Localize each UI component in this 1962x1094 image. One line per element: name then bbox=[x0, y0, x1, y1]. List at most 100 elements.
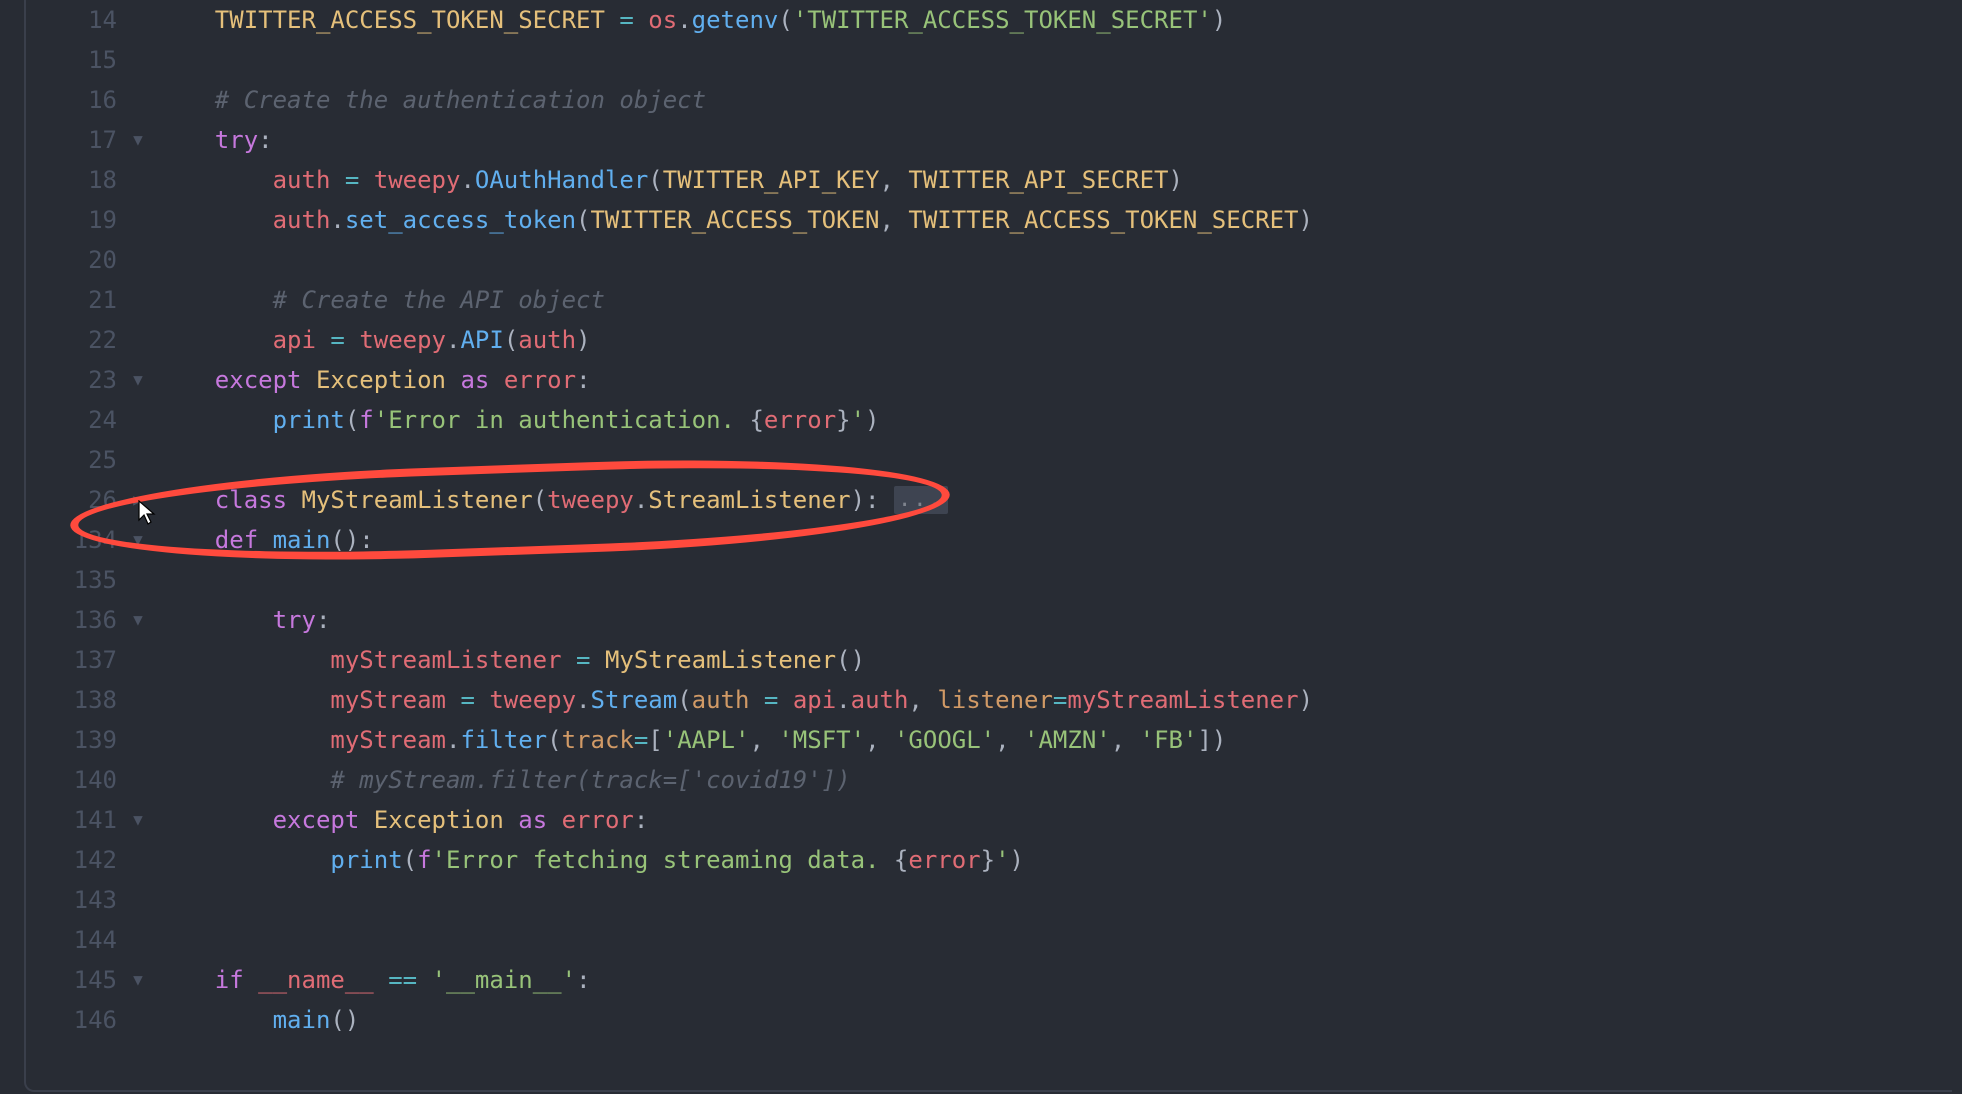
fold-expanded-icon[interactable] bbox=[125, 960, 151, 1000]
code-token: print bbox=[330, 846, 402, 874]
code-line[interactable]: print(f'Error in authentication. {error}… bbox=[157, 400, 1962, 440]
fold-expanded-icon[interactable] bbox=[125, 600, 151, 640]
code-token bbox=[489, 366, 503, 394]
code-token: ) bbox=[1010, 846, 1024, 874]
fold-expanded-icon[interactable] bbox=[125, 800, 151, 840]
code-token: OAuthHandler bbox=[475, 166, 648, 194]
code-line[interactable]: auth.set_access_token(TWITTER_ACCESS_TOK… bbox=[157, 200, 1962, 240]
code-line[interactable]: # Create the authentication object bbox=[157, 80, 1962, 120]
code-token: auth bbox=[692, 686, 750, 714]
code-line[interactable] bbox=[157, 560, 1962, 600]
code-token: = bbox=[1053, 686, 1067, 714]
code-token: . bbox=[677, 6, 691, 34]
code-token: auth bbox=[518, 326, 576, 354]
code-editor[interactable]: 1415161718192021222324252613413513613713… bbox=[0, 0, 1962, 1094]
code-token: , bbox=[1111, 726, 1140, 754]
code-token: ( bbox=[547, 726, 561, 754]
line-number: 140 bbox=[0, 760, 117, 800]
code-token: auth bbox=[273, 166, 331, 194]
code-area[interactable]: TWITTER_ACCESS_TOKEN_SECRET = os.getenv(… bbox=[151, 0, 1962, 1094]
code-token: ) bbox=[1299, 686, 1313, 714]
code-token: TWITTER_ACCESS_TOKEN_SECRET bbox=[908, 206, 1298, 234]
line-number: 24 bbox=[0, 400, 117, 440]
code-token: api bbox=[793, 686, 836, 714]
code-line[interactable]: except Exception as error: bbox=[157, 360, 1962, 400]
code-token: , bbox=[880, 166, 909, 194]
code-token bbox=[446, 366, 460, 394]
code-token bbox=[359, 806, 373, 834]
code-token bbox=[345, 326, 359, 354]
code-token: { bbox=[894, 846, 908, 874]
code-token: listener bbox=[937, 686, 1053, 714]
line-number: 137 bbox=[0, 640, 117, 680]
code-line[interactable]: except Exception as error: bbox=[157, 800, 1962, 840]
code-token: f bbox=[417, 846, 431, 874]
code-line[interactable]: print(f'Error fetching streaming data. {… bbox=[157, 840, 1962, 880]
code-line[interactable]: # Create the API object bbox=[157, 280, 1962, 320]
code-token bbox=[287, 486, 301, 514]
code-token: ) bbox=[1212, 6, 1226, 34]
code-token: ): bbox=[851, 486, 880, 514]
code-line[interactable]: myStream.filter(track=['AAPL', 'MSFT', '… bbox=[157, 720, 1962, 760]
code-line[interactable]: try: bbox=[157, 600, 1962, 640]
line-number: 17 bbox=[0, 120, 117, 160]
code-token: Stream bbox=[591, 686, 678, 714]
code-line[interactable] bbox=[157, 240, 1962, 280]
code-token bbox=[157, 286, 273, 314]
code-token bbox=[157, 846, 330, 874]
code-token: tweepy bbox=[359, 326, 446, 354]
code-token bbox=[157, 206, 273, 234]
code-token: 'AAPL' bbox=[663, 726, 750, 754]
code-line[interactable]: def main(): bbox=[157, 520, 1962, 560]
code-line[interactable]: TWITTER_ACCESS_TOKEN_SECRET = os.getenv(… bbox=[157, 0, 1962, 40]
code-line[interactable] bbox=[157, 880, 1962, 920]
code-token: main bbox=[273, 1006, 331, 1034]
code-token: TWITTER_ACCESS_TOKEN bbox=[590, 206, 879, 234]
code-token: , bbox=[908, 686, 937, 714]
code-line[interactable]: if __name__ == '__main__': bbox=[157, 960, 1962, 1000]
code-token: ( bbox=[533, 486, 547, 514]
fold-expanded-icon[interactable] bbox=[125, 520, 151, 560]
code-token: getenv bbox=[692, 6, 779, 34]
code-line[interactable]: # myStream.filter(track=['covid19']) bbox=[157, 760, 1962, 800]
code-token: myStreamListener bbox=[1067, 686, 1298, 714]
code-token: ) bbox=[1169, 166, 1183, 194]
code-token: = bbox=[330, 326, 344, 354]
code-token: = bbox=[345, 166, 359, 194]
fold-ellipsis[interactable]: ... bbox=[894, 486, 948, 514]
fold-expanded-icon[interactable] bbox=[125, 360, 151, 400]
code-token: __name__ bbox=[258, 966, 374, 994]
code-token: tweepy bbox=[374, 166, 461, 194]
code-token: . bbox=[446, 326, 460, 354]
fold-collapsed-icon[interactable] bbox=[125, 480, 151, 520]
code-line[interactable] bbox=[157, 40, 1962, 80]
code-token bbox=[359, 166, 373, 194]
code-line[interactable]: class MyStreamListener(tweepy.StreamList… bbox=[157, 480, 1962, 520]
code-token bbox=[157, 966, 215, 994]
code-line[interactable]: auth = tweepy.OAuthHandler(TWITTER_API_K… bbox=[157, 160, 1962, 200]
code-token bbox=[157, 366, 215, 394]
code-line[interactable]: main() bbox=[157, 1000, 1962, 1040]
code-line[interactable] bbox=[157, 920, 1962, 960]
code-line[interactable]: myStreamListener = MyStreamListener() bbox=[157, 640, 1962, 680]
code-token: . bbox=[634, 486, 648, 514]
fold-expanded-icon[interactable] bbox=[125, 120, 151, 160]
code-token: , bbox=[995, 726, 1024, 754]
code-token bbox=[330, 166, 344, 194]
code-line[interactable]: api = tweepy.API(auth) bbox=[157, 320, 1962, 360]
code-token: 'Error in authentication. bbox=[374, 406, 750, 434]
code-token bbox=[157, 486, 215, 514]
code-line[interactable]: try: bbox=[157, 120, 1962, 160]
code-token bbox=[157, 406, 273, 434]
code-token: tweepy bbox=[489, 686, 576, 714]
code-token: ( bbox=[778, 6, 792, 34]
code-token: . bbox=[576, 686, 590, 714]
code-line[interactable] bbox=[157, 440, 1962, 480]
code-token: main bbox=[273, 526, 331, 554]
code-token: 'AMZN' bbox=[1024, 726, 1111, 754]
code-token: (): bbox=[330, 526, 373, 554]
code-token bbox=[302, 366, 316, 394]
code-line[interactable]: myStream = tweepy.Stream(auth = api.auth… bbox=[157, 680, 1962, 720]
code-token: ( bbox=[576, 206, 590, 234]
code-token: ) bbox=[865, 406, 879, 434]
